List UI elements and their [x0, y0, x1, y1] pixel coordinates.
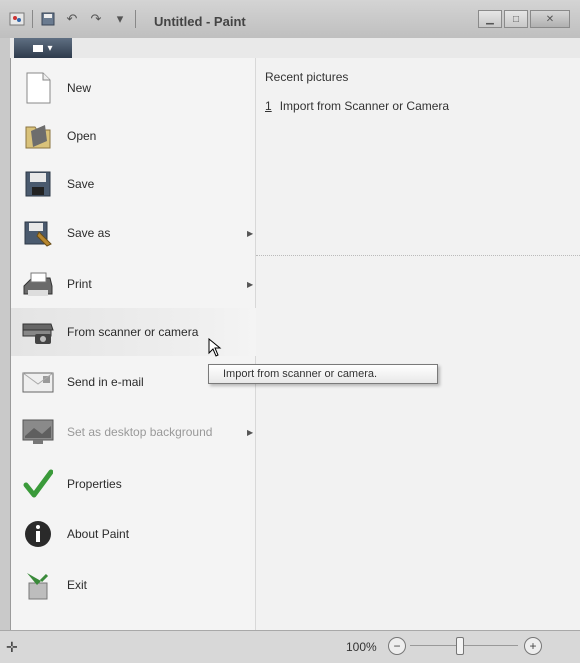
menu-item-properties[interactable]: Properties [11, 460, 256, 508]
menu-item-label: New [67, 81, 92, 95]
menu-item-print[interactable]: Print ▶ [11, 260, 256, 308]
menu-item-label: From scanner or camera [67, 325, 199, 339]
checkmark-icon [21, 467, 55, 501]
window-controls: ▁ □ ✕ [478, 10, 570, 28]
submenu-arrow-icon: ▶ [247, 228, 254, 238]
save-qat-icon[interactable] [39, 10, 57, 28]
recent-item-number: 1 [265, 99, 272, 113]
zoom-slider-thumb[interactable] [456, 637, 464, 655]
app-button-arrow: ▾ [47, 42, 53, 54]
recent-item-label: Import from Scanner or Camera [279, 99, 450, 113]
maximize-button[interactable]: □ [504, 10, 528, 28]
menu-item-label: Save as [67, 226, 111, 240]
tooltip: Import from scanner or camera. [208, 364, 438, 384]
menu-item-label: Open [67, 129, 97, 143]
menu-item-label: Set as desktop background [67, 425, 213, 439]
cursor-position-icon: ✛ [6, 639, 18, 655]
zoom-out-button[interactable]: − [388, 637, 406, 655]
qat-separator [32, 10, 33, 28]
menu-item-label: Exit [67, 578, 88, 592]
save-as-icon [21, 216, 55, 250]
menu-item-label: Properties [67, 477, 122, 491]
desktop-background-icon [21, 415, 55, 449]
status-bar: ✛ 100% − + [0, 630, 580, 663]
new-document-icon [21, 71, 55, 105]
submenu-arrow-icon: ▶ [247, 279, 254, 289]
zoom-in-button[interactable]: + [524, 637, 542, 655]
paint-app-icon[interactable] [8, 10, 26, 28]
menu-item-save-as[interactable]: Save as ▶ [11, 209, 256, 257]
menu-item-save[interactable]: Save [11, 160, 256, 208]
recent-pictures-title: Recent pictures [265, 70, 349, 84]
menu-item-set-as-desktop-background[interactable]: Set as desktop background ▶ [11, 408, 256, 456]
menu-item-label: Send in e-mail [67, 375, 144, 389]
customize-qat-icon[interactable]: ▾ [111, 10, 129, 28]
document-icon [33, 44, 44, 52]
menu-item-label: About Paint [67, 527, 130, 541]
open-folder-icon [21, 119, 55, 153]
qat-separator-2 [135, 10, 136, 28]
menu-item-exit[interactable]: Exit [11, 561, 256, 609]
menu-item-label: Save [67, 177, 95, 191]
recent-picture-item[interactable]: 1 Import from Scanner or Camera [265, 99, 449, 113]
window-title: Untitled - Paint [154, 14, 246, 29]
menu-item-label: Print [67, 277, 92, 291]
menu-item-about-paint[interactable]: About Paint [11, 510, 256, 558]
minimize-button[interactable]: ▁ [478, 10, 502, 28]
ribbon-tab-strip [10, 38, 580, 58]
floppy-disk-icon [21, 167, 55, 201]
close-icon: ✕ [545, 13, 555, 25]
redo-icon[interactable]: ↷ [87, 10, 105, 28]
paint-menu-button[interactable]: ▾ [14, 38, 72, 58]
printer-icon [21, 267, 55, 301]
menu-item-open[interactable]: Open [11, 112, 256, 160]
recent-divider [256, 255, 580, 256]
recent-pictures-pane [256, 58, 580, 630]
quick-access-toolbar: ↶ ↷ ▾ [8, 6, 136, 32]
title-bar: ↶ ↷ ▾ Untitled - Paint ▁ □ ✕ [0, 0, 580, 38]
minimize-icon: ▁ [486, 13, 494, 25]
exit-icon [21, 568, 55, 602]
mouse-pointer-icon [208, 337, 222, 363]
email-icon [21, 365, 55, 399]
scanner-camera-icon [21, 315, 55, 349]
submenu-arrow-icon: ▶ [247, 427, 254, 437]
info-icon [21, 517, 55, 551]
undo-icon[interactable]: ↶ [63, 10, 81, 28]
zoom-slider-track[interactable] [410, 645, 518, 646]
close-button[interactable]: ✕ [530, 10, 570, 28]
zoom-level: 100% [346, 640, 377, 654]
maximize-icon: □ [512, 13, 520, 25]
menu-item-new[interactable]: New [11, 64, 256, 112]
